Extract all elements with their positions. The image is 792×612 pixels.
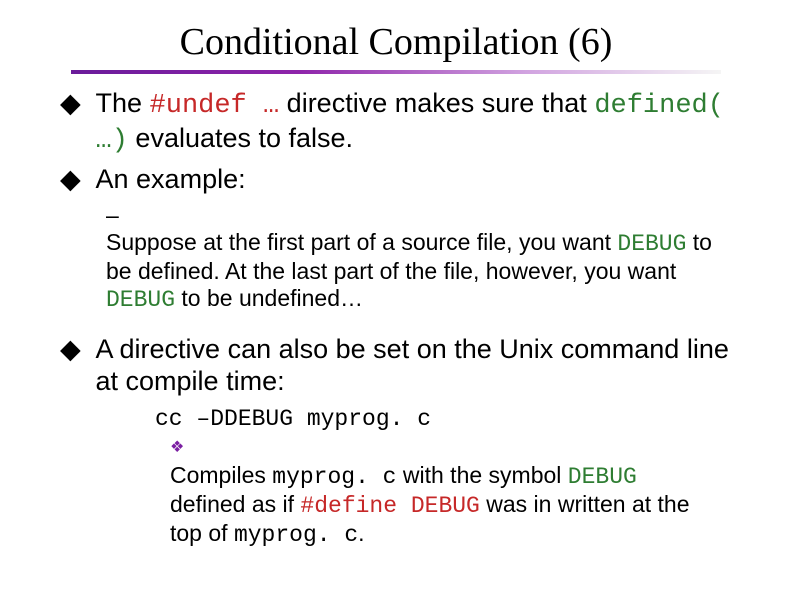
bullet-3-text: Suppose at the first part of a source fi… — [106, 229, 714, 314]
bullet-3: – Suppose at the first part of a source … — [106, 202, 742, 315]
bullet-6-text: Compiles myprog. c with the symbol DEBUG… — [170, 462, 716, 549]
bullet-5: cc –DDEBUG myprog. c — [155, 404, 742, 433]
code-myprog: myprog. c — [272, 464, 396, 490]
text: with the symbol — [397, 462, 568, 488]
text: The — [96, 88, 150, 118]
diamond-icon: ◆ — [60, 334, 88, 366]
slide-content: ◆ The #undef … directive makes sure that… — [50, 88, 742, 549]
code-undef: #undef … — [150, 91, 280, 121]
text: Compiles — [170, 462, 272, 488]
code-debug: DEBUG — [106, 287, 175, 313]
code-myprog: myprog. c — [234, 522, 358, 548]
text: to be undefined… — [175, 285, 363, 311]
bullet-4: ◆ A directive can also be set on the Uni… — [60, 334, 742, 398]
sub-diamond-icon: ❖ — [170, 435, 190, 458]
text: . — [358, 520, 364, 546]
text: Suppose at the first part of a source fi… — [106, 229, 617, 255]
bullet-2-text: An example: — [96, 164, 742, 196]
code-debug: DEBUG — [617, 231, 686, 257]
bullet-2: ◆ An example: — [60, 164, 742, 196]
text: directive makes sure that — [279, 88, 594, 118]
code-debug: DEBUG — [568, 464, 637, 490]
text: defined as if — [170, 491, 300, 517]
code-cmd: cc –DDEBUG myprog. c — [155, 406, 431, 432]
slide: Conditional Compilation (6) ◆ The #undef… — [0, 0, 792, 612]
bullet-6: ❖ Compiles myprog. c with the symbol DEB… — [170, 435, 742, 550]
dash-icon: – — [106, 202, 128, 229]
text: evaluates to false. — [128, 123, 353, 153]
diamond-icon: ◆ — [60, 164, 88, 196]
bullet-1-text: The #undef … directive makes sure that d… — [96, 88, 742, 158]
bullet-4-text: A directive can also be set on the Unix … — [96, 334, 742, 398]
diamond-icon: ◆ — [60, 88, 88, 120]
title-divider — [71, 70, 721, 74]
code-define: #define DEBUG — [300, 493, 479, 519]
bullet-1: ◆ The #undef … directive makes sure that… — [60, 88, 742, 158]
spacer — [50, 324, 742, 334]
slide-title: Conditional Compilation (6) — [50, 20, 742, 64]
